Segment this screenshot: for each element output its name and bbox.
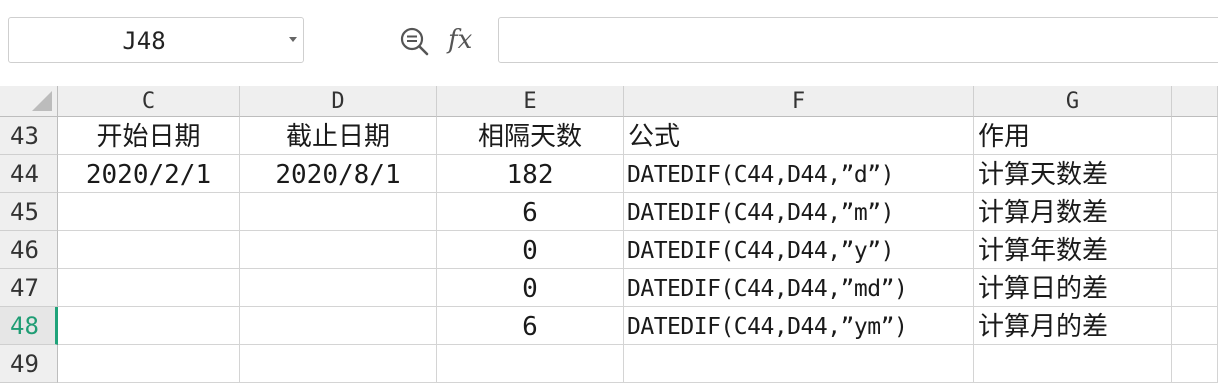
cell-g44[interactable]: 计算天数差	[974, 155, 1172, 193]
cell-f48[interactable]: DATEDIF(C44,D44,”ym”)	[624, 307, 974, 345]
column-header-f[interactable]: F	[624, 86, 974, 117]
cell-blank[interactable]	[1172, 231, 1218, 269]
chevron-down-icon[interactable]	[289, 37, 297, 42]
cell-e48[interactable]: 6	[437, 307, 624, 345]
row-header-46[interactable]: 46	[0, 231, 58, 269]
fx-icon[interactable]: fx	[448, 22, 472, 58]
cell-g48[interactable]: 计算月的差	[974, 307, 1172, 345]
cell-f44[interactable]: DATEDIF(C44,D44,”d”)	[624, 155, 974, 193]
cell-c44[interactable]: 2020/2/1	[58, 155, 240, 193]
cell-e45[interactable]: 6	[437, 193, 624, 231]
row-header-48[interactable]: 48	[0, 307, 58, 345]
row-header-44[interactable]: 44	[0, 155, 58, 193]
cell-e49[interactable]	[437, 345, 624, 383]
zoom-formula-icon[interactable]	[398, 25, 430, 57]
cell-c43[interactable]: 开始日期	[58, 117, 240, 155]
cell-blank[interactable]	[1172, 155, 1218, 193]
formula-input[interactable]	[498, 17, 1218, 63]
formula-bar: J48 fx	[0, 0, 1218, 86]
cell-d48[interactable]	[240, 307, 437, 345]
name-box-value[interactable]: J48	[9, 18, 279, 62]
cell-d43[interactable]: 截止日期	[240, 117, 437, 155]
cell-d49[interactable]	[240, 345, 437, 383]
cell-blank[interactable]	[1172, 117, 1218, 155]
column-header-g[interactable]: G	[974, 86, 1172, 117]
cell-e43[interactable]: 相隔天数	[437, 117, 624, 155]
cell-c45[interactable]	[58, 193, 240, 231]
cell-c48[interactable]	[58, 307, 240, 345]
cell-blank[interactable]	[1172, 345, 1218, 383]
cell-d44[interactable]: 2020/8/1	[240, 155, 437, 193]
cell-g45[interactable]: 计算月数差	[974, 193, 1172, 231]
cell-d45[interactable]	[240, 193, 437, 231]
cell-e46[interactable]: 0	[437, 231, 624, 269]
cell-c49[interactable]	[58, 345, 240, 383]
cell-g47[interactable]: 计算日的差	[974, 269, 1172, 307]
cell-c47[interactable]	[58, 269, 240, 307]
cell-blank[interactable]	[1172, 307, 1218, 345]
column-header-c[interactable]: C	[58, 86, 240, 117]
column-header-blank	[1172, 86, 1218, 117]
row-header-49[interactable]: 49	[0, 345, 58, 383]
row-header-47[interactable]: 47	[0, 269, 58, 307]
row-header-45[interactable]: 45	[0, 193, 58, 231]
select-all-icon[interactable]	[32, 91, 52, 111]
cell-c46[interactable]	[58, 231, 240, 269]
row-header-43[interactable]: 43	[0, 117, 58, 155]
name-box[interactable]: J48	[8, 17, 304, 63]
cell-f45[interactable]: DATEDIF(C44,D44,”m”)	[624, 193, 974, 231]
column-header-d[interactable]: D	[240, 86, 437, 117]
cell-g43[interactable]: 作用	[974, 117, 1172, 155]
cell-d47[interactable]	[240, 269, 437, 307]
cell-f49[interactable]	[624, 345, 974, 383]
cell-e47[interactable]: 0	[437, 269, 624, 307]
spreadsheet-grid: C D E F G 43 开始日期 截止日期 相隔天数 公式 作用 44 2020/2/1 2020/8/…	[0, 86, 1218, 392]
cell-e44[interactable]: 182	[437, 155, 624, 193]
cell-f46[interactable]: DATEDIF(C44,D44,”y”)	[624, 231, 974, 269]
cell-g46[interactable]: 计算年数差	[974, 231, 1172, 269]
cell-f47[interactable]: DATEDIF(C44,D44,”md”)	[624, 269, 974, 307]
cell-blank[interactable]	[1172, 193, 1218, 231]
cell-blank[interactable]	[1172, 269, 1218, 307]
cell-d46[interactable]	[240, 231, 437, 269]
cell-g49[interactable]	[974, 345, 1172, 383]
select-all-corner[interactable]	[0, 86, 58, 117]
column-header-e[interactable]: E	[437, 86, 624, 117]
cell-f43[interactable]: 公式	[624, 117, 974, 155]
